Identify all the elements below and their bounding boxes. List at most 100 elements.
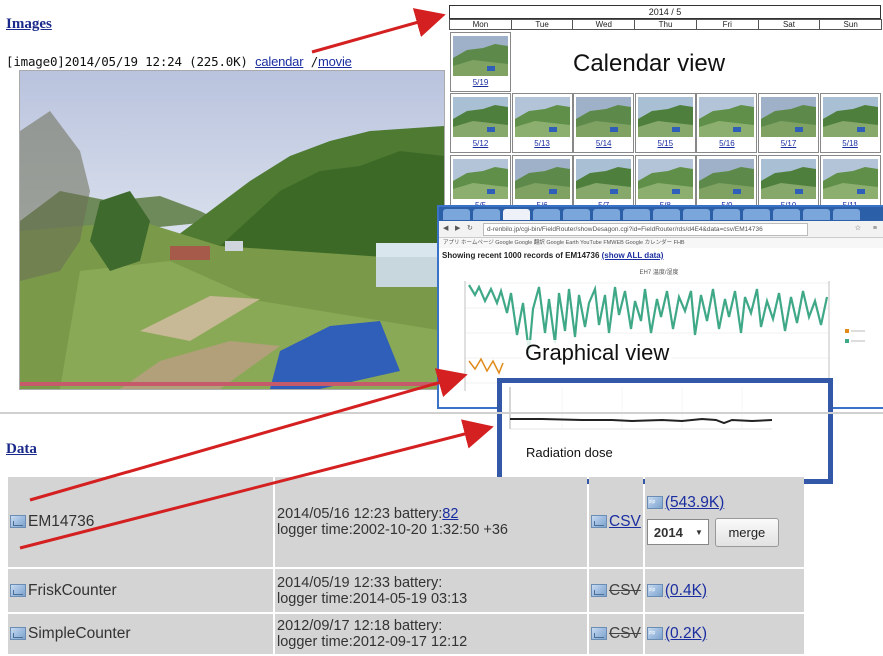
browser-tab[interactable] xyxy=(653,209,680,220)
browser-tab[interactable] xyxy=(833,209,860,220)
reload-icon[interactable]: ↻ xyxy=(467,221,473,237)
calendar-thumbnail[interactable] xyxy=(822,97,878,137)
movie-link[interactable]: movie xyxy=(318,54,352,69)
logger-time: logger time:2012-09-17 12:12 xyxy=(277,634,468,650)
calendar-thumbnail[interactable] xyxy=(637,159,693,199)
records-summary: Showing recent 1000 records of EM14736 (… xyxy=(442,251,663,260)
images-heading[interactable]: Images xyxy=(6,16,52,33)
data-heading[interactable]: Data xyxy=(6,441,37,458)
radiation-dose-inset: Radiation dose xyxy=(497,378,833,484)
calendar-day-header: Sun xyxy=(819,19,883,30)
calendar-day-cell[interactable]: 5/15 xyxy=(634,93,696,153)
calendar-thumbnail[interactable] xyxy=(576,159,632,199)
csv-cell: CSV xyxy=(589,569,643,612)
calendar-thumbnail[interactable] xyxy=(453,159,508,199)
browser-tab[interactable] xyxy=(623,209,650,220)
back-icon[interactable]: ◀ xyxy=(443,221,448,237)
calendar-thumbnail[interactable] xyxy=(576,97,632,137)
calendar-date-link[interactable]: 5/19 xyxy=(451,78,510,87)
address-bar[interactable]: d-renbilo.jp/cgi-bin/FieldRouter/showDes… xyxy=(483,223,808,236)
image-caption: [image0]2014/05/19 12:24 (225.0K) calend… xyxy=(6,54,352,69)
legend-temperature-swatch xyxy=(845,329,849,333)
calendar-date-link[interactable]: 5/17 xyxy=(759,139,818,148)
field-photo xyxy=(19,70,445,390)
graph-icon[interactable] xyxy=(10,515,26,529)
graph-icon[interactable] xyxy=(591,515,607,529)
calendar-link[interactable]: calendar xyxy=(255,54,303,69)
graph-icon[interactable] xyxy=(591,627,607,641)
calendar-day-header: Sat xyxy=(757,19,821,30)
calendar-view: 2014 / 5 Mon Tue Wed Thu Fri Sat Sun 5/1… xyxy=(449,5,883,223)
calendar-day-cell[interactable]: 5/13 xyxy=(511,93,573,153)
calendar-date-link[interactable]: 5/12 xyxy=(451,139,510,148)
calendar-thumbnail[interactable] xyxy=(514,159,570,199)
browser-tab[interactable] xyxy=(563,209,590,220)
calendar-day-cell[interactable]: 5/17 xyxy=(758,93,819,153)
calendar-day-header: Mon xyxy=(449,19,512,30)
menu-icon[interactable]: ≡ xyxy=(873,221,877,237)
sensor-name[interactable]: SimpleCounter xyxy=(28,625,131,642)
bookmarks-bar: アプリ ホームページ Google Google 翻訳 Google Earth… xyxy=(439,238,883,248)
calendar-day-cell[interactable]: 5/19 xyxy=(450,32,511,92)
browser-tab[interactable] xyxy=(503,209,530,220)
battery-link[interactable]: 82 xyxy=(442,506,458,522)
zip-size-link[interactable]: (0.2K) xyxy=(665,625,707,642)
browser-tab[interactable] xyxy=(773,209,800,220)
browser-tab[interactable] xyxy=(593,209,620,220)
browser-tab[interactable] xyxy=(473,209,500,220)
download-cell: (0.2K) xyxy=(644,614,804,654)
year-select[interactable]: 2014 xyxy=(646,519,709,546)
table-row: FriskCounter 2014/05/19 12:33 battery: l… xyxy=(8,569,804,612)
browser-tab[interactable] xyxy=(803,209,830,220)
calendar-thumbnail[interactable] xyxy=(453,97,508,137)
sensor-name[interactable]: EM14736 xyxy=(28,513,94,530)
zip-size-link[interactable]: (0.4K) xyxy=(665,582,707,599)
logger-time: logger time:2014-05-19 03:13 xyxy=(277,590,468,607)
calendar-thumbnail[interactable] xyxy=(637,97,693,137)
calendar-date-link[interactable]: 5/16 xyxy=(697,139,756,148)
csv-disabled: CSV xyxy=(609,625,641,642)
calendar-date-link[interactable]: 5/13 xyxy=(513,139,572,148)
graph-icon[interactable] xyxy=(10,583,26,597)
calendar-day-header: Fri xyxy=(695,19,759,30)
arrow-to-calendar xyxy=(311,8,446,54)
merge-button[interactable]: merge xyxy=(714,517,779,547)
browser-tab[interactable] xyxy=(683,209,710,220)
graph-icon[interactable] xyxy=(10,627,26,641)
browser-tab[interactable] xyxy=(443,209,470,220)
calendar-date-link[interactable]: 5/18 xyxy=(821,139,880,148)
graph-icon[interactable] xyxy=(591,583,607,597)
calendar-thumbnail[interactable] xyxy=(822,159,878,199)
radiation-dose-graph xyxy=(509,387,773,430)
calendar-day-cell[interactable]: 5/18 xyxy=(819,93,881,153)
bookmark-star-icon[interactable]: ☆ xyxy=(855,221,861,237)
calendar-day-cell[interactable]: 5/16 xyxy=(696,93,758,153)
browser-toolbar: ◀ ▶ ↻ d-renbilo.jp/cgi-bin/FieldRouter/s… xyxy=(439,221,883,238)
browser-tab[interactable] xyxy=(713,209,740,220)
forward-icon[interactable]: ▶ xyxy=(455,221,460,237)
calendar-thumbnail[interactable] xyxy=(453,36,508,76)
show-all-data-link[interactable]: (show ALL data) xyxy=(602,251,664,260)
zip-icon[interactable] xyxy=(646,583,663,597)
calendar-thumbnail[interactable] xyxy=(699,159,755,199)
calendar-date-link[interactable]: 5/14 xyxy=(574,139,633,148)
calendar-thumbnail[interactable] xyxy=(761,159,816,199)
calendar-thumbnail[interactable] xyxy=(514,97,570,137)
calendar-day-cell[interactable]: 5/12 xyxy=(450,93,511,153)
zip-size-link[interactable]: (543.9K) xyxy=(665,494,724,511)
csv-link[interactable]: CSV xyxy=(609,513,641,530)
calendar-day-header: Tue xyxy=(510,19,574,30)
image-caption-text: [image0]2014/05/19 12:24 (225.0K) xyxy=(6,54,248,69)
sensor-name-cell: FriskCounter xyxy=(8,569,273,612)
sensor-name[interactable]: FriskCounter xyxy=(28,582,117,599)
calendar-thumbnail[interactable] xyxy=(761,97,816,137)
calendar-day-cell[interactable]: 5/14 xyxy=(573,93,635,153)
browser-tab[interactable] xyxy=(743,209,770,220)
calendar-date-link[interactable]: 5/15 xyxy=(636,139,695,148)
zip-icon[interactable] xyxy=(646,495,663,509)
section-divider xyxy=(0,412,883,414)
zip-icon[interactable] xyxy=(646,627,663,641)
browser-tab[interactable] xyxy=(533,209,560,220)
sensor-timestamp: 2014/05/19 12:33 battery: xyxy=(277,574,443,591)
calendar-thumbnail[interactable] xyxy=(699,97,755,137)
